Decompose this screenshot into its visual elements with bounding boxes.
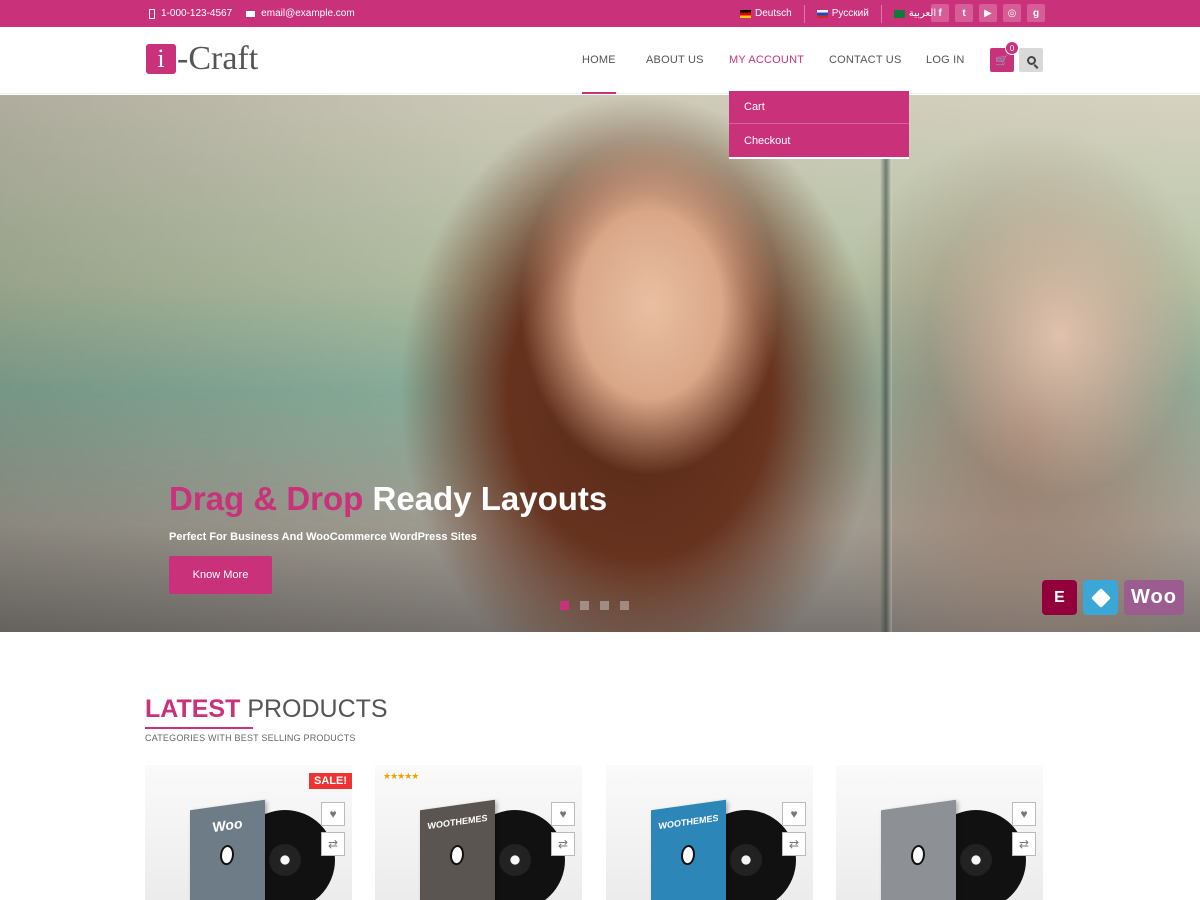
wishlist-heart-icon[interactable]: ♥	[551, 802, 575, 826]
product-card[interactable]: ♥ ⇄	[836, 765, 1043, 900]
hero-title-rest: Ready Layouts	[372, 480, 608, 517]
hero-subtitle: Perfect For Business And WooCommerce Wor…	[169, 531, 477, 543]
sa-flag-icon	[893, 9, 905, 18]
facebook-icon[interactable]: f	[931, 4, 949, 22]
woo-icon: Woo	[1124, 580, 1184, 615]
ru-flag-icon	[816, 9, 828, 18]
cart-count-badge: 0	[1005, 41, 1019, 55]
compare-icon[interactable]: ⇄	[321, 832, 345, 856]
lang-label: Deutsch	[755, 8, 792, 19]
hero-title-accent: Drag & Drop	[169, 480, 364, 517]
instagram-icon[interactable]: ◎	[1003, 4, 1021, 22]
layers-icon	[1083, 580, 1118, 615]
know-more-button[interactable]: Know More	[169, 556, 272, 594]
youtube-icon[interactable]: ▶	[979, 4, 997, 22]
top-bar: 1-000-123-4567 email@example.com Deutsch…	[0, 0, 1200, 27]
contact-info: 1-000-123-4567 email@example.com	[149, 0, 355, 27]
album-sleeve-image	[881, 799, 956, 900]
wishlist-heart-icon[interactable]: ♥	[321, 802, 345, 826]
phone-icon	[149, 8, 155, 19]
twitter-icon[interactable]: t	[955, 4, 973, 22]
wishlist-heart-icon[interactable]: ♥	[782, 802, 806, 826]
phone-number: 1-000-123-4567	[161, 8, 233, 19]
cart-icon: 🛒	[995, 54, 1009, 67]
nav-home[interactable]: HOME	[582, 54, 616, 94]
slide-dot[interactable]	[620, 601, 629, 610]
social-links: f t ▶ ◎ g	[931, 4, 1045, 22]
search-button[interactable]	[1019, 48, 1043, 72]
compare-icon[interactable]: ⇄	[551, 832, 575, 856]
star-rating: ★★★★★	[383, 771, 419, 781]
de-flag-icon	[740, 9, 751, 18]
mail-icon	[246, 10, 256, 17]
hero-background-image	[0, 95, 1200, 632]
section-title: LATEST PRODUCTS	[145, 695, 388, 724]
album-sleeve-image: WOOTHEMES	[420, 799, 495, 900]
lang-russian[interactable]: Русский	[805, 4, 882, 23]
language-switcher: Deutsch Русский العربية	[728, 0, 948, 27]
google-plus-icon[interactable]: g	[1027, 4, 1045, 22]
slide-dot[interactable]	[560, 601, 569, 610]
lang-label: Русский	[831, 8, 869, 19]
section-title-accent: LATEST	[145, 695, 241, 723]
sleeve-text: WOOTHEMES	[658, 812, 719, 832]
site-header: i -Craft HOME ABOUT US MY ACCOUNT CONTAC…	[0, 27, 1200, 94]
nav-log-in[interactable]: LOG IN	[926, 54, 965, 66]
product-card[interactable]: WOOTHEMES ♥ ⇄	[606, 765, 813, 900]
album-sleeve-image: WOOTHEMES	[651, 799, 726, 900]
email-address[interactable]: email@example.com	[261, 8, 355, 19]
nav-my-account[interactable]: MY ACCOUNT	[729, 54, 804, 66]
section-subtitle: CATEGORIES WITH BEST SELLING PRODUCTS	[145, 733, 356, 743]
slide-dot[interactable]	[580, 601, 589, 610]
dropdown-item-checkout[interactable]: Checkout	[729, 124, 909, 157]
product-card[interactable]: WOOTHEMES ★★★★★ ♥ ⇄	[375, 765, 582, 900]
elementor-icon: E	[1042, 580, 1077, 615]
compare-icon[interactable]: ⇄	[1012, 832, 1036, 856]
plugin-badges: E Woo	[1042, 580, 1184, 615]
sleeve-text: WOOTHEMES	[427, 812, 488, 832]
search-icon	[1026, 55, 1036, 65]
nav-contact-us[interactable]: CONTACT US	[829, 54, 902, 66]
my-account-dropdown: Cart Checkout	[729, 91, 909, 159]
hero-slider: Drag & Drop Ready Layouts Perfect For Bu…	[0, 95, 1200, 632]
section-title-rest: PRODUCTS	[247, 695, 388, 723]
sale-badge: SALE!	[309, 773, 352, 789]
phone-contact: 1-000-123-4567	[149, 8, 232, 19]
glass-reflection	[880, 95, 892, 632]
email-contact[interactable]: email@example.com	[246, 8, 355, 19]
product-card[interactable]: Woo SALE! ♥ ⇄	[145, 765, 352, 900]
album-sleeve-image: Woo	[190, 799, 265, 900]
compare-icon[interactable]: ⇄	[782, 832, 806, 856]
section-title-underline	[145, 727, 253, 729]
slider-pagination	[560, 601, 629, 610]
slide-dot[interactable]	[600, 601, 609, 610]
lang-german[interactable]: Deutsch	[728, 4, 805, 23]
nav-about-us[interactable]: ABOUT US	[646, 54, 704, 66]
wishlist-heart-icon[interactable]: ♥	[1012, 802, 1036, 826]
hero-title: Drag & Drop Ready Layouts	[169, 480, 607, 518]
dropdown-item-cart[interactable]: Cart	[729, 91, 909, 124]
sleeve-text: Woo	[212, 814, 243, 836]
